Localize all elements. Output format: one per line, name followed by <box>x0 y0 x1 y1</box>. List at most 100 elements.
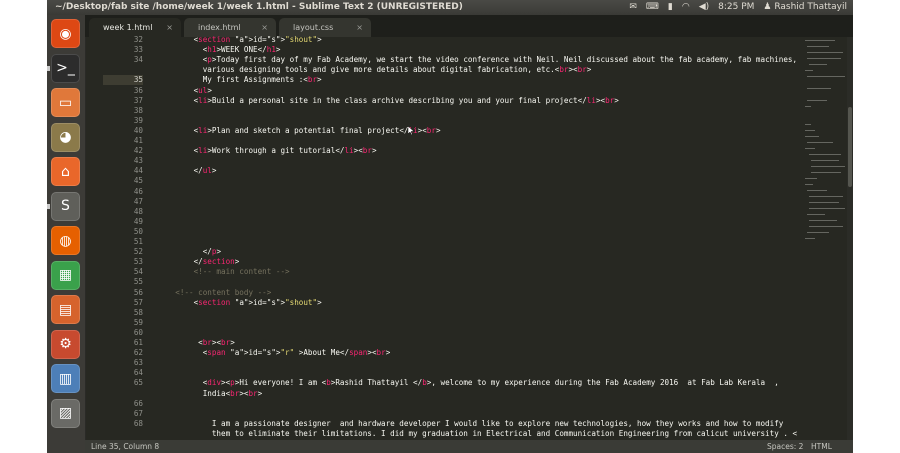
line-number: 57 <box>133 297 143 307</box>
code-line[interactable]: India<br><br> <box>157 389 263 399</box>
code-line[interactable]: <ul> <box>157 86 212 96</box>
minimap-line <box>805 184 813 185</box>
line-number <box>103 429 143 439</box>
code-line[interactable]: I am a passionate designer and hardware … <box>157 419 783 429</box>
code-line[interactable]: <br><br> <box>157 338 235 348</box>
software-center-icon[interactable]: ⌂ <box>51 157 80 186</box>
code-line[interactable]: <li>Build a personal site in the class a… <box>157 96 619 106</box>
line-number: 56 <box>133 287 143 297</box>
volume-icon[interactable]: ◀) <box>699 0 709 15</box>
user-icon: ♟ <box>763 2 772 12</box>
line-number-gutter: 32 33 34 35 36 37 38 39 40 41 42 43 44 45 46 47 48 49 50 51… <box>85 35 149 440</box>
minimap-line <box>809 202 839 203</box>
code-line[interactable]: </p> <box>157 247 221 257</box>
close-icon[interactable]: × <box>356 18 363 37</box>
line-number: 59 <box>133 317 143 327</box>
line-number: 49 <box>133 216 143 226</box>
line-number: 67 <box>133 408 143 418</box>
line-number: 55 <box>133 277 143 287</box>
status-bar: Line 35, Column 8 Spaces: 2 HTML <box>85 440 853 453</box>
code-line[interactable]: them to eliminate their limitations. I d… <box>157 429 797 439</box>
code-line[interactable]: various designing tools and give more de… <box>157 65 592 75</box>
line-number: 50 <box>133 226 143 236</box>
line-number: 53 <box>133 257 143 267</box>
tab-label: index.html <box>198 23 241 32</box>
presentation-icon[interactable]: ▤ <box>51 295 80 324</box>
minimap-line <box>811 172 841 173</box>
spreadsheet-icon[interactable]: ▦ <box>51 260 80 290</box>
minimap-line <box>809 220 837 221</box>
line-number: 64 <box>133 368 143 378</box>
code-view[interactable]: <section "a">id="s">"shout"> <h1>WEEK ON… <box>157 35 797 448</box>
minimap-line <box>809 64 827 65</box>
code-line[interactable]: <li>Plan and sketch a potential final pr… <box>157 126 441 136</box>
minimap-line <box>809 154 841 155</box>
line-number: 38 <box>133 105 143 115</box>
code-line[interactable]: <!-- main content --> <box>157 267 290 277</box>
tab-label: layout.css <box>293 23 334 32</box>
code-line[interactable]: <div><p>Hi everyone! I am <b>Rashid That… <box>157 378 779 388</box>
cursor-position: Line 35, Column 8 <box>91 442 160 451</box>
indicator-area: ✉ ⌨ ▮ ◠ ◀) 8:25 PM ♟ Rashid Thattayil <box>629 0 847 15</box>
code-line[interactable]: <!-- content body --> <box>157 288 271 298</box>
mail-icon[interactable]: ✉ <box>629 0 637 15</box>
line-number <box>103 389 143 399</box>
code-line[interactable]: </ul> <box>157 166 217 176</box>
line-number: 40 <box>133 125 143 135</box>
line-number: 43 <box>133 156 143 166</box>
minimap-line <box>807 88 831 89</box>
tab-bar: week 1.html × index.html × layout.css × <box>85 15 853 37</box>
line-number: 54 <box>133 267 143 277</box>
clock[interactable]: 8:25 PM <box>718 0 754 15</box>
code-line[interactable]: <li>Work through a git tutorial</li><br> <box>157 146 377 156</box>
line-number: 60 <box>133 327 143 337</box>
code-line[interactable]: <p>Today first day of my Fab Academy, we… <box>157 55 797 65</box>
line-number: 52 <box>133 247 143 257</box>
minimap-line <box>805 136 819 137</box>
code-line[interactable]: </section> <box>157 257 240 267</box>
code-line[interactable]: <h1>WEEK ONE</h1> <box>157 45 281 55</box>
minimap-line <box>805 148 815 149</box>
wifi-icon[interactable]: ◠ <box>682 0 690 15</box>
indentation-setting[interactable]: Spaces: 2 <box>767 440 803 453</box>
line-number: 39 <box>133 115 143 125</box>
line-number: 36 <box>133 85 143 95</box>
user-name: Rashid Thattayil <box>774 2 847 12</box>
vertical-scrollbar[interactable] <box>847 37 853 440</box>
minimap-line <box>807 76 845 77</box>
line-number: 37 <box>133 95 143 105</box>
minimap-line <box>805 106 811 107</box>
line-number: 34 <box>133 55 143 65</box>
code-line[interactable]: <section "a">id="s">"shout"> <box>157 35 322 45</box>
scrollbar-thumb[interactable] <box>848 107 852 187</box>
trash-icon[interactable]: ▨ <box>51 398 80 428</box>
desktop-screen: ~/Desktop/fab site /home/week 1/week 1.h… <box>47 0 853 453</box>
user-menu[interactable]: ♟ Rashid Thattayil <box>763 0 847 15</box>
line-number <box>103 65 143 75</box>
line-number: 35 <box>103 75 143 86</box>
syntax-selector[interactable]: HTML <box>811 440 832 453</box>
files-icon[interactable]: ▭ <box>51 88 80 117</box>
minimap-line <box>807 100 827 101</box>
battery-icon[interactable]: ▮ <box>668 0 673 15</box>
minimap-line <box>805 178 817 179</box>
line-number: 41 <box>133 136 143 145</box>
code-line[interactable]: My first Assignments :<br> <box>157 75 322 85</box>
keyboard-icon[interactable]: ⌨ <box>646 0 659 15</box>
window-title: ~/Desktop/fab site /home/week 1/week 1.h… <box>55 2 463 12</box>
editor-area[interactable]: 32 33 34 35 36 37 38 39 40 41 42 43 44 45 46 47 48 49 50 51… <box>85 35 853 448</box>
code-line[interactable]: <section "a">id="s">"shout"> <box>157 298 322 308</box>
ubuntu-dash-icon[interactable]: ◉ <box>51 19 80 48</box>
settings-icon[interactable]: ⚙ <box>51 329 80 359</box>
code-line[interactable]: <span "a">id="s">"r" >About Me</span><br… <box>157 348 391 358</box>
gimp-icon[interactable]: ◕ <box>51 122 80 152</box>
sublime-text-icon[interactable]: S <box>51 191 80 221</box>
minimap-line <box>807 190 827 191</box>
terminal-icon[interactable]: >_ <box>51 53 80 83</box>
line-number: 33 <box>133 45 143 55</box>
minimap[interactable] <box>803 37 845 257</box>
workspace-switcher-icon[interactable]: ▥ <box>51 364 80 393</box>
firefox-icon[interactable]: ◍ <box>51 226 80 255</box>
minimap-line <box>805 40 835 41</box>
minimap-line <box>809 208 845 209</box>
